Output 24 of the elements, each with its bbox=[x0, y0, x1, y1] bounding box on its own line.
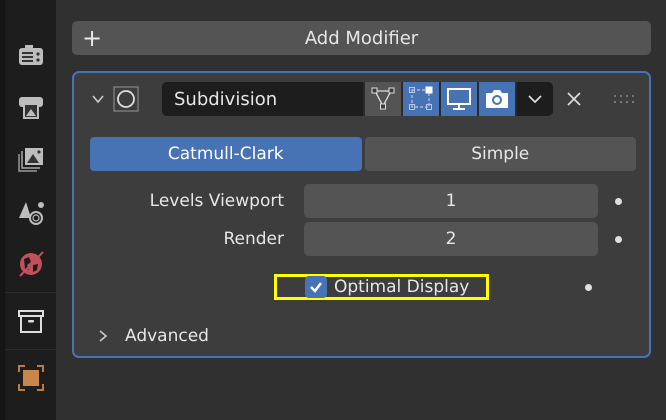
globe-icon[interactable] bbox=[16, 250, 44, 278]
number-field[interactable]: 2 bbox=[304, 222, 598, 256]
dropdown-button[interactable] bbox=[517, 82, 553, 116]
checkbox[interactable] bbox=[305, 276, 327, 298]
number-field[interactable]: 1 bbox=[304, 184, 598, 218]
checkbox-label: Optimal Display bbox=[334, 277, 470, 297]
archive-box-icon[interactable] bbox=[16, 307, 44, 335]
keyframe-dot-icon[interactable] bbox=[615, 236, 622, 242]
add-modifier-button[interactable]: + Add Modifier bbox=[72, 21, 651, 55]
close-icon[interactable] bbox=[566, 91, 582, 107]
field-label: Render bbox=[222, 229, 284, 249]
name-field[interactable]: Subdivision bbox=[162, 82, 363, 116]
square-icon[interactable] bbox=[16, 364, 44, 392]
printer-icon[interactable] bbox=[16, 94, 44, 122]
section-label[interactable]: Advanced bbox=[125, 326, 209, 346]
tab[interactable]: Simple bbox=[364, 137, 636, 171]
tab[interactable]: Catmull-Clark bbox=[90, 137, 362, 171]
field-label: Levels Viewport bbox=[148, 191, 284, 211]
monitor-icon[interactable] bbox=[445, 85, 473, 113]
keyframe-dot-icon[interactable] bbox=[585, 284, 592, 290]
image-stack-icon[interactable] bbox=[16, 146, 44, 174]
drag-handle-icon[interactable] bbox=[614, 95, 634, 103]
keyframe-dot-icon[interactable] bbox=[615, 198, 622, 204]
square-vertices-icon[interactable] bbox=[407, 85, 435, 113]
